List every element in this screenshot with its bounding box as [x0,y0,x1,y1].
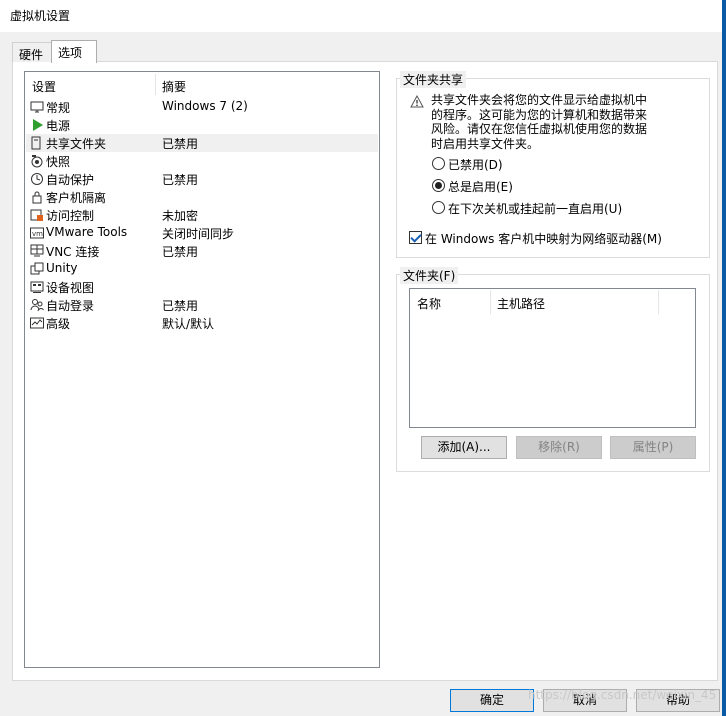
column-divider[interactable] [658,290,659,314]
monitor-icon [30,101,44,113]
folder-sharing-title: 文件夹共享 [400,71,467,88]
column-header-summary[interactable]: 摘要 [162,78,186,95]
column-divider[interactable] [155,74,156,95]
list-item-general[interactable]: 常规 Windows 7 (2) [26,98,378,116]
map-drive-checkbox[interactable] [409,231,422,244]
tab-options-label: 选项 [58,46,83,60]
radio-always[interactable] [432,179,445,192]
list-item-label: 访问控制 [46,209,95,223]
list-item-summary: 已禁用 [162,173,199,187]
shared-folder-icon [31,136,41,150]
column-header-settings[interactable]: 设置 [32,78,56,95]
list-item-unity[interactable]: Unity [26,260,378,278]
access-control-icon [30,209,43,221]
list-item-autoprotect[interactable]: 自动保护 已禁用 [26,170,378,188]
list-item-label: VNC 连接 [46,245,100,259]
list-item-summary: 已禁用 [162,299,199,313]
add-button[interactable]: 添加(A)... [421,436,507,459]
tab-hardware[interactable]: 硬件 [12,42,52,62]
list-item-summary: 已禁用 [162,245,199,259]
warning-line: 的程序。这可能为您的计算机和数据带来 [431,107,648,122]
tab-options[interactable]: 选项 [51,40,97,63]
list-item-summary: Windows 7 (2) [162,99,248,113]
svg-text:vm: vm [32,230,43,238]
graph-icon [30,317,44,329]
list-item-label: 共享文件夹 [46,137,107,151]
list-item-label: Unity [46,261,78,275]
column-header-name[interactable]: 名称 [417,295,441,312]
list-item-label: 客户机隔离 [46,191,107,205]
radio-until-poweroff-option[interactable]: 在下次关机或挂起前一直启用(U) [432,200,672,216]
users-icon [30,299,44,312]
list-item-vmware-tools[interactable]: vm VMware Tools 关闭时间同步 [26,224,378,242]
list-item-label: 高级 [46,317,71,331]
vmware-tools-icon: vm [30,227,44,239]
vnc-icon [30,244,44,257]
folders-list[interactable] [409,288,696,428]
list-item-label: 设备视图 [46,281,95,295]
tab-hardware-label: 硬件 [19,48,44,62]
ok-button[interactable]: 确定 [450,689,534,712]
device-view-icon [30,281,44,293]
map-drive-option[interactable]: 在 Windows 客户机中映射为网络驱动器(M) [409,230,699,246]
radio-disabled-option[interactable]: 已禁用(D) [432,156,632,172]
warning-line: 共享文件夹会将您的文件显示给虚拟机中 [431,93,648,107]
warning-icon [410,95,424,108]
list-item-label: 电源 [46,119,71,133]
list-item-summary: 默认/默认 [162,317,215,331]
remove-button[interactable]: 移除(R) [516,436,602,459]
list-item-label: 自动保护 [46,173,95,187]
list-item-power[interactable]: 电源 [26,116,378,134]
warning-text: 共享文件夹会将您的文件显示给虚拟机中 的程序。这可能为您的计算机和数据带来 风险… [431,93,647,151]
unity-icon [30,262,44,275]
radio-disabled[interactable] [432,157,445,170]
radio-always-label: 总是启用(E) [448,180,513,194]
properties-button[interactable]: 属性(P) [610,436,696,459]
list-item-summary: 已禁用 [162,137,199,151]
radio-until-poweroff[interactable] [432,201,445,214]
title-bar [0,0,726,32]
warning-line: 时启用共享文件夹。 [431,136,540,151]
folders-title: 文件夹(F) [400,267,459,284]
radio-until-poweroff-label: 在下次关机或挂起前一直启用(U) [448,202,623,216]
window-title: 虚拟机设置 [10,9,71,23]
window-edge [722,0,726,716]
map-drive-label: 在 Windows 客户机中映射为网络驱动器(M) [425,232,662,246]
watermark: https://blog.csdn.net/weixin_45 [528,688,717,702]
play-icon [33,119,43,131]
radio-always-option[interactable]: 总是启用(E) [432,178,632,194]
clock-icon [31,173,43,185]
list-item-shared-folders[interactable]: 共享文件夹 已禁用 [26,134,378,152]
list-item-vnc[interactable]: VNC 连接 已禁用 [26,242,378,260]
list-item-label: 快照 [46,155,71,169]
list-item-snapshots[interactable]: 快照 [26,152,378,170]
lock-icon [32,191,42,204]
column-divider[interactable] [490,290,491,314]
list-item-label: VMware Tools [46,225,128,239]
list-item-summary: 关闭时间同步 [162,227,235,241]
snapshot-icon [31,155,43,168]
list-item-label: 自动登录 [46,299,95,313]
list-item-advanced[interactable]: 高级 默认/默认 [26,314,378,332]
column-header-host-path[interactable]: 主机路径 [497,295,545,312]
list-item-device-view[interactable]: 设备视图 [26,278,378,296]
list-item-label: 常规 [46,101,71,115]
warning-line: 风险。请仅在您信任虚拟机使用您的数据 [431,122,648,136]
radio-disabled-label: 已禁用(D) [448,158,503,172]
list-item-autologon[interactable]: 自动登录 已禁用 [26,296,378,314]
list-item-guest-isolation[interactable]: 客户机隔离 [26,188,378,206]
list-item-summary: 未加密 [162,209,199,223]
list-item-access-control[interactable]: 访问控制 未加密 [26,206,378,224]
